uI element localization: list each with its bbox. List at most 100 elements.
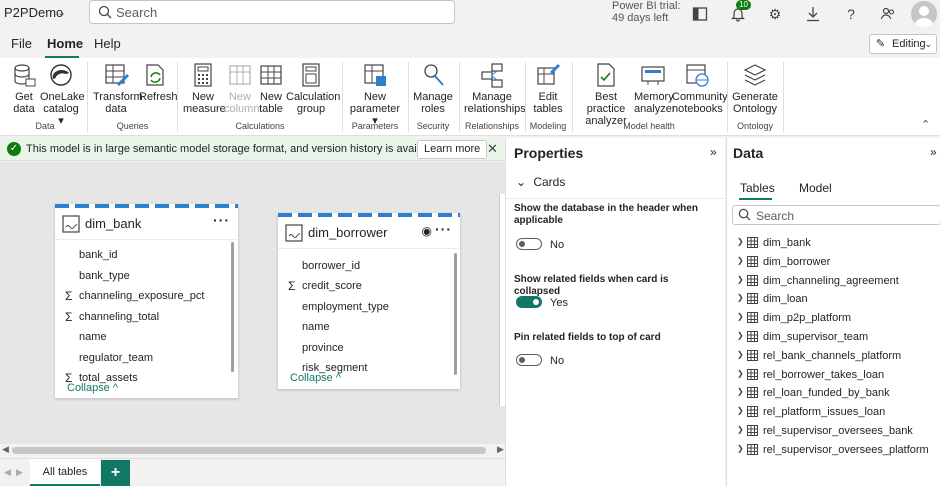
field-row[interactable]: Σchanneling_exposure_pct <box>55 286 238 306</box>
field-row[interactable]: Σcredit_score <box>278 276 460 296</box>
chevron-right-icon[interactable]: ❯ <box>737 444 744 453</box>
avatar[interactable] <box>911 1 937 27</box>
field-row[interactable]: Σchanneling_total <box>55 307 238 327</box>
table-list-item[interactable]: ❯ rel_borrower_takes_loan <box>737 366 937 384</box>
data-search-input[interactable]: Search <box>756 209 794 223</box>
editing-mode-dropdown[interactable]: ✎ Editing ⌄ <box>869 34 937 54</box>
help-icon[interactable]: ? <box>841 4 861 24</box>
table-list-item[interactable]: ❯ rel_supervisor_oversees_platform <box>737 441 937 459</box>
chevron-right-icon[interactable]: ❯ <box>737 256 744 265</box>
table-list-item[interactable]: ❯ rel_loan_funded_by_bank <box>737 384 937 402</box>
manage-relationships-button[interactable]: Manage relationships <box>464 62 526 115</box>
chevron-right-icon[interactable]: ❯ <box>737 406 744 415</box>
table-list-item[interactable]: ❯ dim_channeling_agreement <box>737 272 937 290</box>
scroll-right-icon[interactable]: ▶ <box>497 444 504 455</box>
field-row[interactable]: employment_type <box>278 297 460 317</box>
field-row[interactable]: bank_type <box>55 266 238 286</box>
search-input[interactable]: Search <box>116 5 157 20</box>
chevron-right-icon[interactable]: ❯ <box>737 350 744 359</box>
table-list-item[interactable]: ❯ dim_supervisor_team <box>737 328 937 346</box>
previous-page-icon[interactable]: ◀ <box>4 467 11 478</box>
table-list-item[interactable]: ❯ dim_borrower <box>737 253 937 271</box>
card-scrollbar[interactable] <box>454 253 457 375</box>
field-row[interactable]: bank_id <box>55 245 238 265</box>
toggle-show-database[interactable] <box>516 238 542 250</box>
model-canvas[interactable]: dim_bank ··· bank_id bank_type Σchanneli… <box>0 162 505 444</box>
table-list-item[interactable]: ❯ rel_supervisor_oversees_bank <box>737 422 937 440</box>
chevron-right-icon[interactable]: » <box>710 145 717 159</box>
panel-toggle-icon[interactable] <box>690 4 710 24</box>
table-list-item[interactable]: ❯ dim_loan <box>737 290 937 308</box>
new-table-button[interactable]: New table <box>257 62 285 115</box>
onelake-catalog-button[interactable]: OneLake catalog ▾ <box>40 62 85 127</box>
eye-icon[interactable]: ◉ <box>422 224 432 238</box>
edit-tables-button[interactable]: Edit tables <box>530 62 566 115</box>
more-options-icon[interactable]: ··· <box>213 212 230 228</box>
tab-all-tables[interactable]: All tables <box>30 459 100 486</box>
get-data-button[interactable]: Get data <box>10 62 38 115</box>
field-row[interactable]: province <box>278 338 460 358</box>
search-box[interactable]: Search <box>89 0 455 24</box>
community-notebooks-button[interactable]: Community notebooks <box>672 62 728 115</box>
gear-icon[interactable]: ⚙ <box>765 4 785 24</box>
best-practice-analyzer-button[interactable]: Best practice analyzer <box>578 62 634 127</box>
add-layout-button[interactable]: + <box>101 460 130 486</box>
table-list-item[interactable]: ❯ dim_bank <box>737 234 937 252</box>
table-card-dim-bank[interactable]: dim_bank ··· bank_id bank_type Σchanneli… <box>55 204 238 398</box>
chevron-down-icon[interactable]: ⌄ <box>57 6 66 19</box>
scroll-left-icon[interactable]: ◀ <box>2 444 9 455</box>
generate-ontology-button[interactable]: Generate Ontology <box>732 62 778 115</box>
new-measure-button[interactable]: New measure <box>183 62 226 115</box>
table-card-dim-borrower[interactable]: dim_borrower ◉ ··· borrower_id Σcredit_s… <box>278 213 460 389</box>
collapse-button[interactable]: Collapse ^ <box>67 382 118 394</box>
calculation-group-button[interactable]: Calculation group <box>286 62 340 115</box>
card-header[interactable]: dim_borrower ◉ ··· <box>278 217 460 249</box>
field-row[interactable]: name <box>278 317 460 337</box>
learn-more-button[interactable]: Learn more <box>417 140 488 159</box>
cards-section-header[interactable]: ⌄ Cards <box>516 175 565 189</box>
memory-analyzer-button[interactable]: Memory analyzer <box>634 62 676 115</box>
field-row[interactable]: name <box>55 327 238 347</box>
refresh-button[interactable]: Refresh <box>139 62 178 103</box>
close-icon[interactable]: ✕ <box>487 141 498 157</box>
table-list-item[interactable]: ❯ rel_platform_issues_loan <box>737 403 937 421</box>
tab-help[interactable]: Help <box>94 36 121 51</box>
app-name[interactable]: P2PDemo <box>4 5 63 20</box>
scroll-thumb[interactable] <box>12 447 486 454</box>
ribbon-tabs: File Home Help <box>0 32 940 56</box>
tab-model[interactable]: Model <box>799 181 832 195</box>
chevron-right-icon[interactable]: ❯ <box>737 369 744 378</box>
new-parameter-button[interactable]: New parameter ▾ <box>348 62 402 127</box>
collapse-button[interactable]: Collapse ^ <box>290 372 341 384</box>
table-name: dim_bank <box>763 237 811 249</box>
canvas-horizontal-scrollbar[interactable]: ◀ ▶ <box>0 444 505 458</box>
table-list-item[interactable]: ❯ rel_bank_channels_platform <box>737 347 937 365</box>
next-page-icon[interactable]: ▶ <box>16 467 23 478</box>
field-row[interactable]: regulator_team <box>55 348 238 368</box>
collapse-ribbon-icon[interactable]: ⌃ <box>921 118 930 131</box>
share-people-icon[interactable] <box>878 4 898 24</box>
card-header[interactable]: dim_bank ··· <box>55 208 238 240</box>
data-search-box[interactable]: Search <box>732 205 940 225</box>
field-row[interactable]: borrower_id <box>278 256 460 276</box>
chevron-right-icon[interactable]: ❯ <box>737 387 744 396</box>
chevron-right-icon[interactable]: ❯ <box>737 293 744 302</box>
table-list-item[interactable]: ❯ dim_p2p_platform <box>737 309 937 327</box>
transform-data-button[interactable]: Transform data <box>93 62 143 115</box>
more-options-icon[interactable]: ··· <box>435 221 452 237</box>
chevron-right-icon[interactable]: ❯ <box>737 331 744 340</box>
chevron-right-icon[interactable]: ❯ <box>737 237 744 246</box>
chevron-right-icon[interactable]: ❯ <box>737 312 744 321</box>
toggle-show-related[interactable] <box>516 296 542 308</box>
tab-home[interactable]: Home <box>47 36 83 51</box>
chevron-right-icon[interactable]: » <box>930 145 937 159</box>
manage-roles-button[interactable]: Manage roles <box>413 62 453 115</box>
new-column-button[interactable]: New column <box>224 62 259 115</box>
card-scrollbar[interactable] <box>231 242 234 372</box>
chevron-right-icon[interactable]: ❯ <box>737 425 744 434</box>
chevron-right-icon[interactable]: ❯ <box>737 275 744 284</box>
tab-file[interactable]: File <box>11 36 32 51</box>
tab-tables[interactable]: Tables <box>740 181 775 195</box>
download-icon[interactable] <box>803 4 823 24</box>
toggle-pin-related[interactable] <box>516 354 542 366</box>
